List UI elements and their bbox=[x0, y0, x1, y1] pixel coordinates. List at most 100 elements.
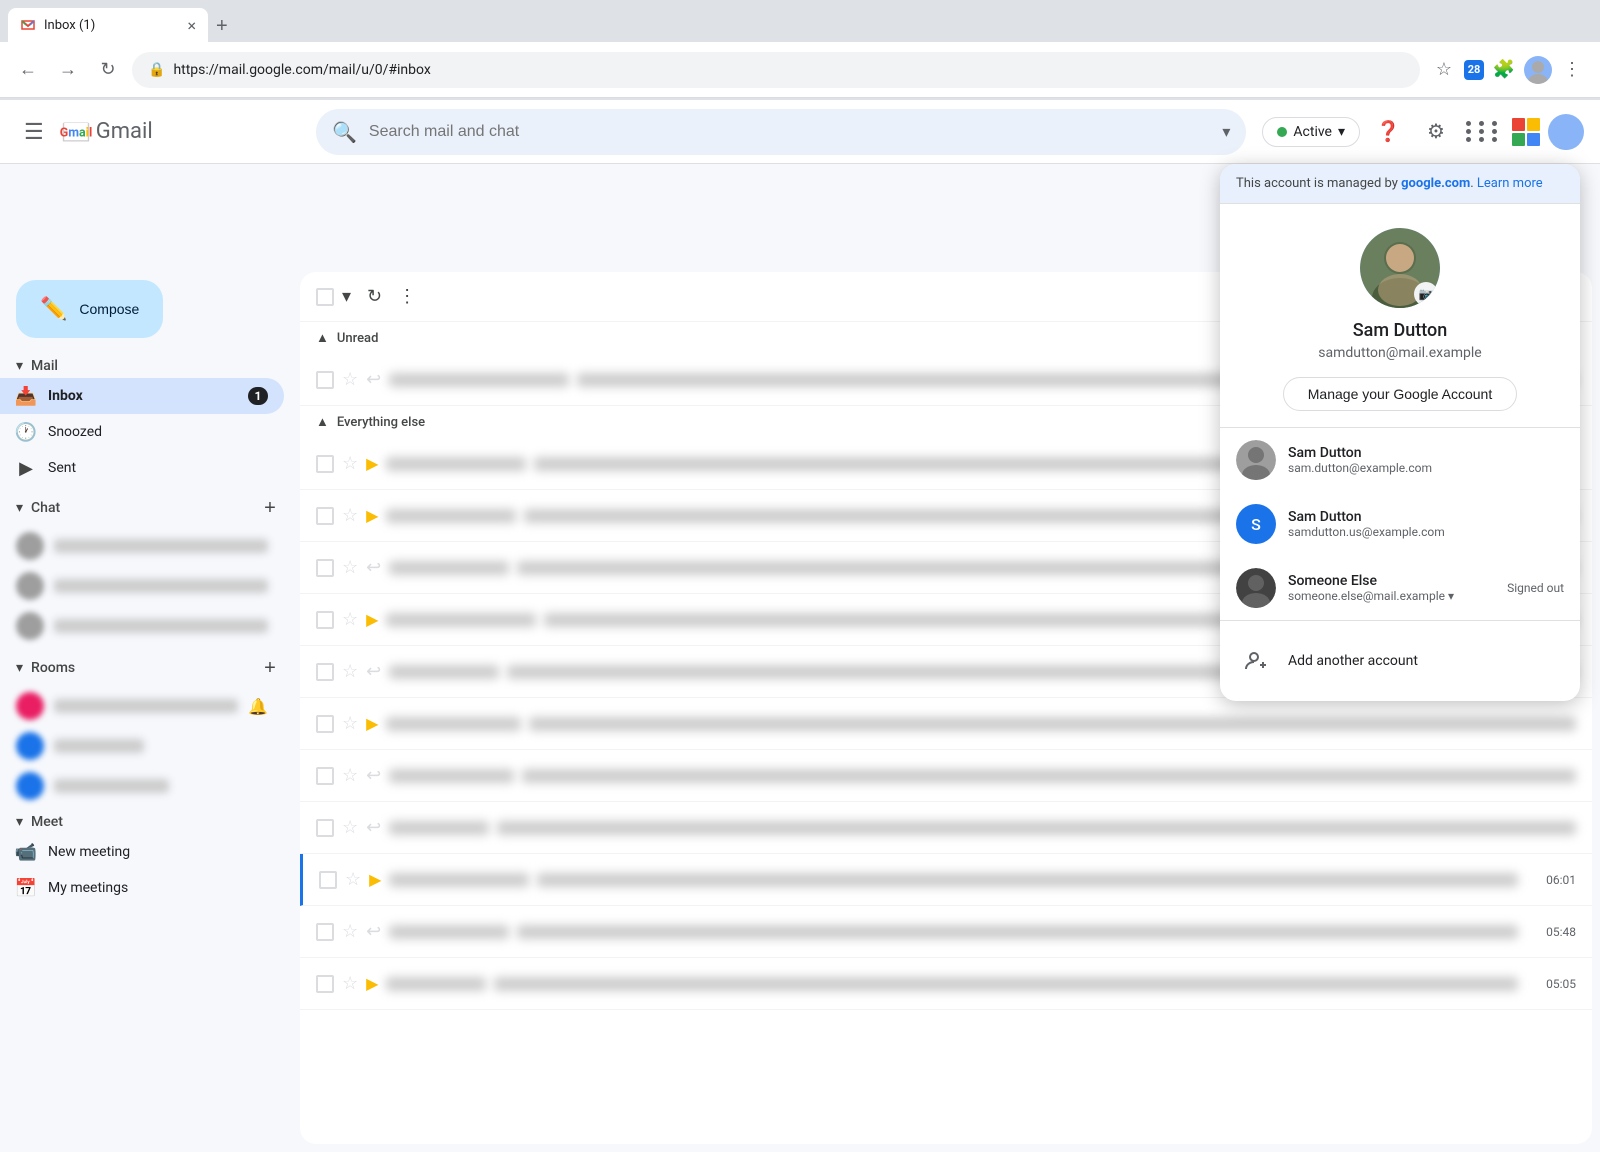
chat-contact-1[interactable] bbox=[0, 526, 284, 566]
inbox-badge: 1 bbox=[248, 387, 268, 405]
email-row-6[interactable]: ☆ ↩ bbox=[300, 750, 1592, 802]
star-button-10[interactable]: ☆ bbox=[342, 973, 358, 994]
meet-section-header[interactable]: ▾ Meet bbox=[0, 810, 300, 834]
extensions-button[interactable]: 🧩 bbox=[1488, 54, 1520, 86]
email-row-7[interactable]: ☆ ↩ bbox=[300, 802, 1592, 854]
learn-more-link[interactable]: Learn more bbox=[1477, 176, 1543, 191]
chat-add-button[interactable]: + bbox=[256, 494, 284, 522]
email-row-9[interactable]: ☆ ↩ 05:48 bbox=[300, 906, 1592, 958]
manage-account-button[interactable]: Manage your Google Account bbox=[1283, 377, 1517, 411]
star-button-9[interactable]: ☆ bbox=[342, 921, 358, 942]
email-checkbox-unread[interactable] bbox=[316, 371, 334, 389]
star-button-4[interactable]: ☆ bbox=[342, 661, 358, 682]
room-item-1[interactable]: 🔔 bbox=[0, 686, 284, 726]
address-bar[interactable]: 🔒 https://mail.google.com/mail/u/0/#inbo… bbox=[132, 52, 1420, 88]
sidebar-item-sent[interactable]: ▶ Sent bbox=[0, 450, 284, 486]
search-input[interactable] bbox=[369, 123, 1210, 141]
calendar-extension[interactable]: 28 bbox=[1464, 60, 1484, 80]
settings-icon: ⚙ bbox=[1427, 119, 1445, 144]
mail-section-header[interactable]: ▾ Mail bbox=[0, 354, 300, 378]
sidebar-item-snoozed[interactable]: 🕐 Snoozed bbox=[0, 414, 284, 450]
managed-notice-text: This account is managed by bbox=[1236, 176, 1401, 191]
menu-button[interactable]: ☰ bbox=[16, 111, 52, 153]
user-avatar-button[interactable] bbox=[1548, 114, 1584, 150]
sidebar-item-new-meeting[interactable]: 📹 New meeting bbox=[0, 834, 284, 870]
star-button-1[interactable]: ☆ bbox=[342, 505, 358, 526]
star-button-3[interactable]: ☆ bbox=[342, 609, 358, 630]
edit-photo-button[interactable]: 📷 bbox=[1414, 282, 1438, 306]
chat-contact-2[interactable] bbox=[0, 566, 284, 606]
reload-button[interactable]: ↻ bbox=[92, 54, 124, 86]
email-checkbox-2[interactable] bbox=[316, 559, 334, 577]
sidebar-item-inbox[interactable]: 📥 Inbox 1 bbox=[0, 378, 284, 414]
sent-label: Sent bbox=[48, 460, 268, 476]
account-item-1[interactable]: S Sam Dutton samdutton.us@example.com bbox=[1220, 492, 1580, 556]
active-tab[interactable]: Inbox (1) × bbox=[8, 8, 208, 42]
chat-section-header[interactable]: ▾ Chat + bbox=[0, 490, 300, 526]
email-checkbox-3[interactable] bbox=[316, 611, 334, 629]
mail-section-label: Mail bbox=[31, 358, 58, 374]
snooze-button-6[interactable]: ↩ bbox=[366, 765, 381, 786]
star-button-7[interactable]: ☆ bbox=[342, 817, 358, 838]
account-item-0[interactable]: Sam Dutton sam.dutton@example.com bbox=[1220, 428, 1580, 492]
compose-button[interactable]: ✏️ Compose bbox=[16, 280, 163, 338]
star-button-2[interactable]: ☆ bbox=[342, 557, 358, 578]
help-button[interactable]: ❓ bbox=[1368, 112, 1408, 152]
browser-menu-button[interactable]: ⋮ bbox=[1556, 54, 1588, 86]
star-button-8[interactable]: ☆ bbox=[345, 869, 361, 890]
browser-profile-avatar[interactable] bbox=[1524, 56, 1552, 84]
snooze-button-4[interactable]: ↩ bbox=[366, 661, 381, 682]
snooze-button-2[interactable]: ↩ bbox=[366, 557, 381, 578]
rooms-section-header[interactable]: ▾ Rooms + bbox=[0, 650, 300, 686]
email-checkbox-8[interactable] bbox=[319, 871, 337, 889]
header-right: Active ▾ ❓ ⚙ bbox=[1262, 112, 1584, 152]
refresh-button[interactable]: ↻ bbox=[361, 280, 388, 313]
email-checkbox-5[interactable] bbox=[316, 715, 334, 733]
select-dropdown-button[interactable]: ▾ bbox=[336, 280, 357, 313]
chat-contact-3[interactable] bbox=[0, 606, 284, 646]
email-row-10[interactable]: ☆ ▶ 05:05 bbox=[300, 958, 1592, 1010]
room-item-3[interactable] bbox=[0, 766, 284, 806]
email-checkbox-10[interactable] bbox=[316, 975, 334, 993]
email-sender-10 bbox=[386, 977, 486, 991]
add-account-button[interactable]: Add another account bbox=[1220, 629, 1580, 693]
apps-button[interactable] bbox=[1464, 112, 1504, 152]
email-row-5[interactable]: ☆ ▶ bbox=[300, 698, 1592, 750]
email-row-8[interactable]: ☆ ▶ 06:01 bbox=[300, 854, 1592, 906]
my-meetings-icon: 📅 bbox=[16, 878, 36, 898]
back-button[interactable]: ← bbox=[12, 54, 44, 86]
sidebar-item-my-meetings[interactable]: 📅 My meetings bbox=[0, 870, 284, 906]
active-status-button[interactable]: Active ▾ bbox=[1262, 117, 1360, 147]
email-checkbox-9[interactable] bbox=[316, 923, 334, 941]
settings-button[interactable]: ⚙ bbox=[1416, 112, 1456, 152]
snooze-button-7[interactable]: ↩ bbox=[366, 817, 381, 838]
search-bar[interactable]: 🔍 ▾ bbox=[316, 109, 1246, 155]
star-button-unread[interactable]: ☆ bbox=[342, 369, 358, 390]
snooze-button-unread[interactable]: ↩ bbox=[366, 369, 381, 390]
select-all-checkbox[interactable] bbox=[316, 288, 334, 306]
room-item-2[interactable] bbox=[0, 726, 284, 766]
email-checkbox-7[interactable] bbox=[316, 819, 334, 837]
more-options-button[interactable]: ⋮ bbox=[392, 280, 422, 313]
account-footer: Add another account bbox=[1220, 621, 1580, 701]
email-checkbox-0[interactable] bbox=[316, 455, 334, 473]
new-tab-button[interactable]: + bbox=[212, 11, 232, 42]
active-label: Active bbox=[1293, 124, 1332, 140]
star-button-0[interactable]: ☆ bbox=[342, 453, 358, 474]
search-dropdown-icon[interactable]: ▾ bbox=[1222, 122, 1230, 141]
forward-button[interactable]: → bbox=[52, 54, 84, 86]
email-checkbox-6[interactable] bbox=[316, 767, 334, 785]
bookmark-button[interactable]: ☆ bbox=[1428, 54, 1460, 86]
email-subject-10 bbox=[494, 977, 1518, 991]
email-checkbox-1[interactable] bbox=[316, 507, 334, 525]
star-button-5[interactable]: ☆ bbox=[342, 713, 358, 734]
inbox-icon: 📥 bbox=[16, 386, 36, 406]
account-item-2[interactable]: Someone Else someone.else@mail.example ▾… bbox=[1220, 556, 1580, 620]
snooze-button-9[interactable]: ↩ bbox=[366, 921, 381, 942]
email-sender-6 bbox=[389, 769, 514, 783]
tab-close-button[interactable]: × bbox=[187, 16, 196, 35]
email-checkbox-4[interactable] bbox=[316, 663, 334, 681]
rooms-add-button[interactable]: + bbox=[256, 654, 284, 682]
forward-arrow-3: ▶ bbox=[366, 610, 378, 629]
star-button-6[interactable]: ☆ bbox=[342, 765, 358, 786]
